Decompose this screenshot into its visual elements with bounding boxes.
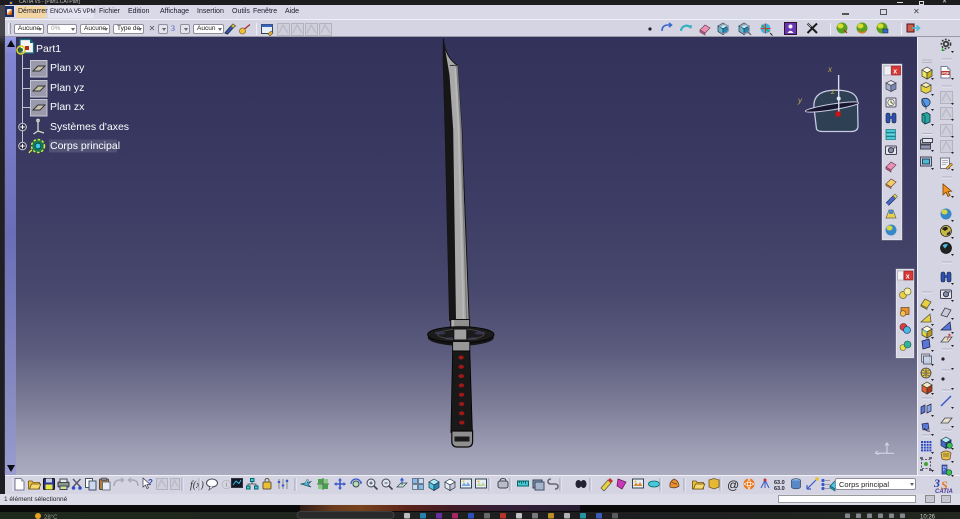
svg-text:?: ? [148,478,153,487]
svg-text:@: @ [727,478,739,492]
svg-text:f(x): f(x) [190,480,205,491]
svg-text:x: x [893,69,897,76]
svg-text:63.0: 63.0 [774,486,785,492]
svg-text:3: 3 [933,476,940,490]
svg-text:y: y [797,96,803,105]
svg-text:z: z [830,87,835,96]
svg-text:x: x [906,274,910,281]
svg-text:x: x [827,65,833,74]
svg-text:PDF: PDF [942,71,950,75]
svg-text:10:26: 10:26 [920,515,936,519]
svg-text:ⓘ: ⓘ [222,480,231,490]
svg-text:28°C: 28°C [44,515,58,519]
